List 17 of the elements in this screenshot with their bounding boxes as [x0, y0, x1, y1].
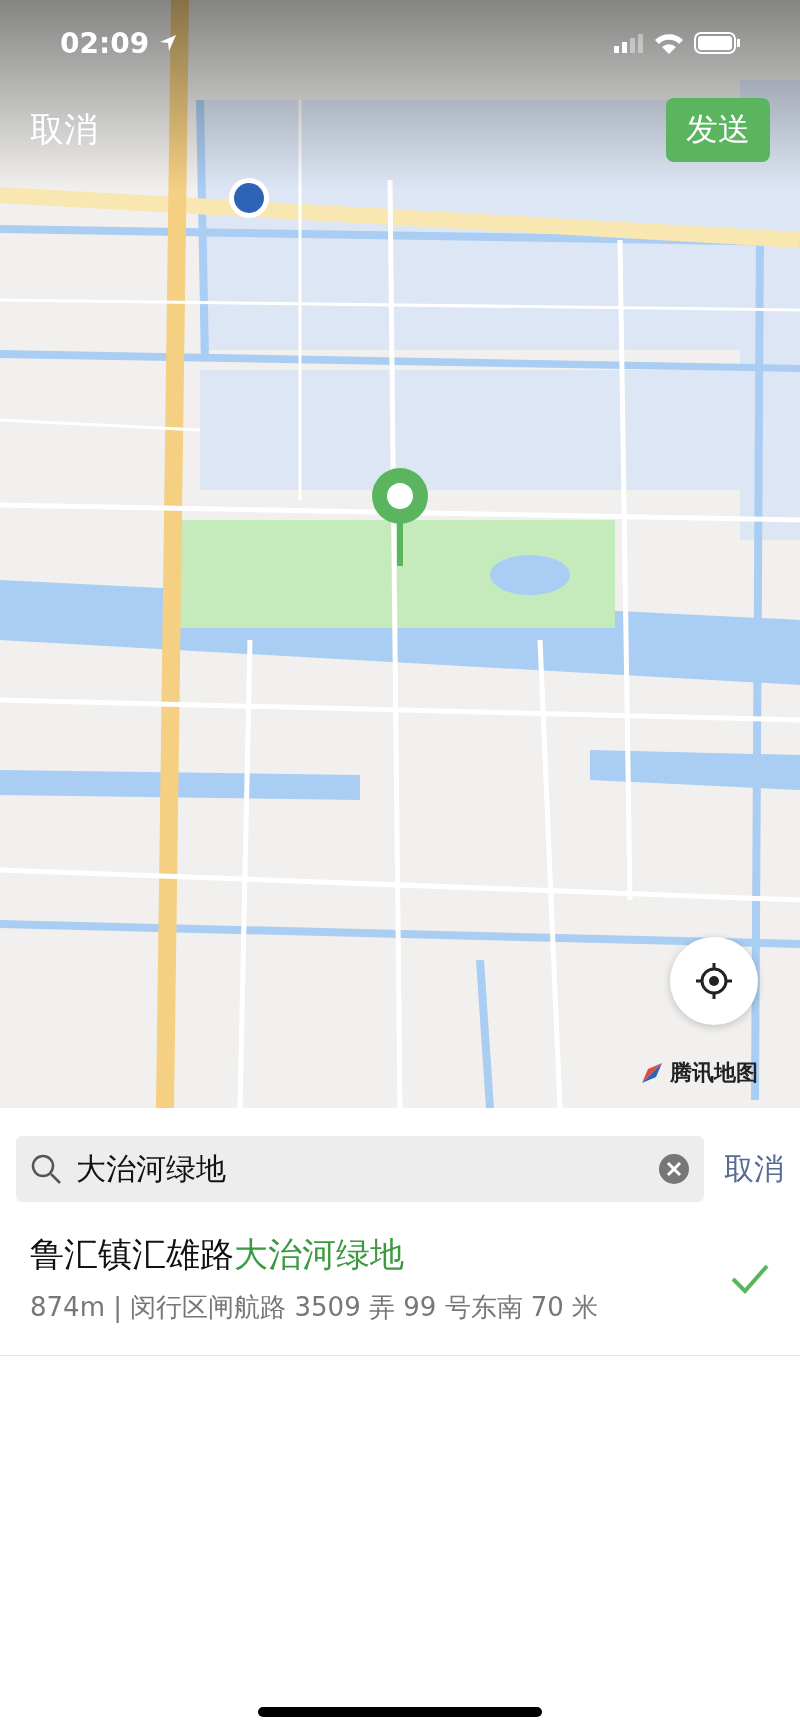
result-name: 鲁汇镇汇雄路大治河绿地 [30, 1233, 405, 1276]
wifi-icon [654, 32, 684, 54]
crosshair-icon [694, 961, 734, 1001]
result-address: 874m | 闵行区闸航路 3509 弄 99 号东南 70 米 [30, 1291, 600, 1325]
status-time: 02:09 [60, 26, 150, 60]
compass-logo-icon [640, 1061, 664, 1085]
clear-icon[interactable] [658, 1153, 690, 1185]
location-arrow-icon [159, 34, 178, 52]
battery-icon [694, 32, 740, 54]
location-dot-icon [227, 176, 271, 220]
map-attribution: 腾讯地图 [670, 1059, 758, 1087]
cancel-search-button[interactable]: 取消 [724, 1148, 784, 1190]
signal-icon [614, 33, 644, 53]
result-item[interactable]: 鲁汇镇汇雄路大治河绿地 874m | 闵行区闸航路 3509 弄 99 号东南 70 米 [0, 1202, 800, 1356]
search-field[interactable]: 大治河绿地 [16, 1136, 704, 1202]
search-input[interactable]: 大治河绿地 [76, 1148, 644, 1190]
search-icon [30, 1153, 62, 1185]
